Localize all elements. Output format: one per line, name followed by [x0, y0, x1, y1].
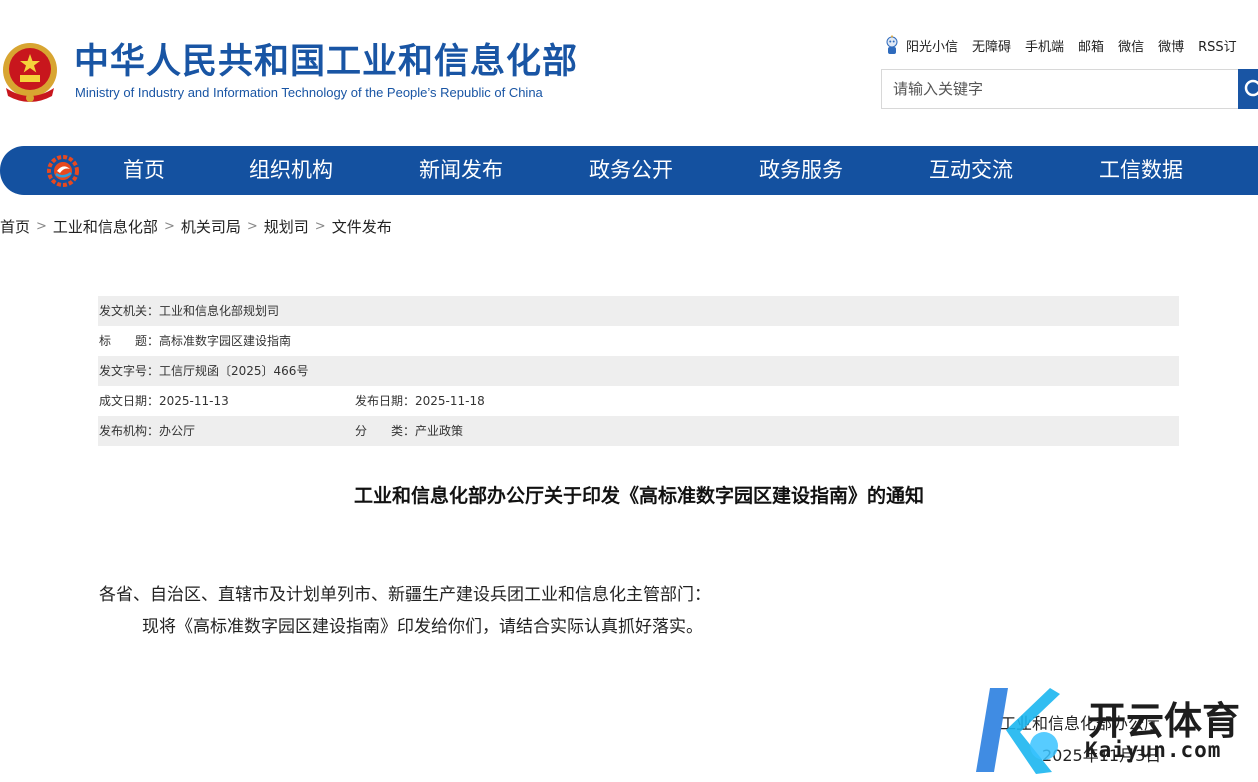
top-link-label: 阳光小信: [906, 39, 959, 55]
breadcrumb-separator: >: [163, 219, 175, 234]
breadcrumb-separator: >: [314, 219, 326, 234]
site-subtitle: Ministry of Industry and Information Tec…: [75, 85, 543, 100]
watermark-domain: Kaiyun.com: [1085, 738, 1222, 762]
top-link-mobile[interactable]: 手机端: [1025, 36, 1064, 55]
info-issuer: 发文机关：工业和信息化部规划司: [99, 304, 280, 318]
nav-home[interactable]: 首页: [123, 146, 165, 195]
info-row-org: 发布机构：办公厅 分 类：产业政策: [98, 416, 1179, 446]
body-paragraph: 现将《高标准数字园区建设指南》印发给你们，请结合实际认真抓好落实。: [142, 617, 703, 637]
ministry-logo-icon: [47, 155, 79, 187]
breadcrumb-separator: >: [246, 219, 258, 234]
nav-data[interactable]: 工信数据: [1099, 146, 1183, 195]
watermark-k-logo-icon: [976, 688, 1060, 774]
info-created-date: 成文日期：2025-11-13: [99, 394, 229, 408]
site-title[interactable]: 中华人民共和国工业和信息化部: [74, 42, 578, 82]
info-org: 发布机构：办公厅: [99, 424, 196, 438]
info-published-date: 发布日期：2025-11-18: [355, 394, 485, 408]
info-title: 标 题：高标准数字园区建设指南: [99, 334, 292, 348]
watermark: 开云体育 Kaiyun.com: [972, 680, 1258, 782]
top-link-weibo[interactable]: 微博: [1158, 36, 1184, 55]
national-emblem-icon: [3, 43, 57, 102]
info-row-issuer: 发文机关：工业和信息化部规划司: [98, 296, 1179, 326]
nav-news[interactable]: 新闻发布: [419, 146, 503, 195]
robot-mascot-icon: [886, 35, 898, 54]
top-link-sunshine[interactable]: 阳光小信: [884, 35, 958, 55]
top-link-rss[interactable]: RSS订: [1198, 36, 1237, 55]
nav-organization[interactable]: 组织机构: [249, 146, 333, 195]
search-box: [881, 69, 1241, 109]
info-row-doc-no: 发文字号：工信厅规函〔2025〕466号: [98, 356, 1179, 386]
info-row-dates: 成文日期：2025-11-13 发布日期：2025-11-18: [98, 386, 1179, 416]
breadcrumb: 首页 > 工业和信息化部 > 机关司局 > 规划司 > 文件发布: [0, 216, 392, 237]
breadcrumb-home[interactable]: 首页: [0, 216, 30, 237]
breadcrumb-separator: >: [36, 219, 47, 234]
search-input[interactable]: [882, 70, 1232, 108]
search-icon: [1244, 79, 1258, 97]
breadcrumb-documents[interactable]: 文件发布: [332, 216, 392, 237]
breadcrumb-departments[interactable]: 机关司局: [181, 216, 241, 237]
top-links: 阳光小信 无障碍 手机端 邮箱 微信 微博 RSS订: [884, 35, 1251, 55]
nav-gov-affairs-open[interactable]: 政务公开: [589, 146, 673, 195]
document-title: 工业和信息化部办公厅关于印发《高标准数字园区建设指南》的通知: [353, 485, 924, 507]
nav-interaction[interactable]: 互动交流: [929, 146, 1013, 195]
breadcrumb-planning-dept[interactable]: 规划司: [264, 216, 309, 237]
recipients-paragraph: 各省、自治区、直辖市及计划单列市、新疆生产建设兵团工业和信息化主管部门：: [99, 585, 711, 605]
top-link-mail[interactable]: 邮箱: [1078, 36, 1104, 55]
top-link-accessibility[interactable]: 无障碍: [972, 36, 1011, 55]
info-category: 分 类：产业政策: [355, 424, 464, 438]
breadcrumb-ministry[interactable]: 工业和信息化部: [53, 216, 158, 237]
watermark-text: 开云体育: [1088, 699, 1241, 743]
search-button[interactable]: [1238, 69, 1258, 109]
nav-gov-services[interactable]: 政务服务: [759, 146, 843, 195]
info-row-title: 标 题：高标准数字园区建设指南: [98, 326, 1179, 356]
top-link-wechat[interactable]: 微信: [1118, 36, 1144, 55]
info-doc-number: 发文字号：工信厅规函〔2025〕466号: [99, 364, 309, 378]
